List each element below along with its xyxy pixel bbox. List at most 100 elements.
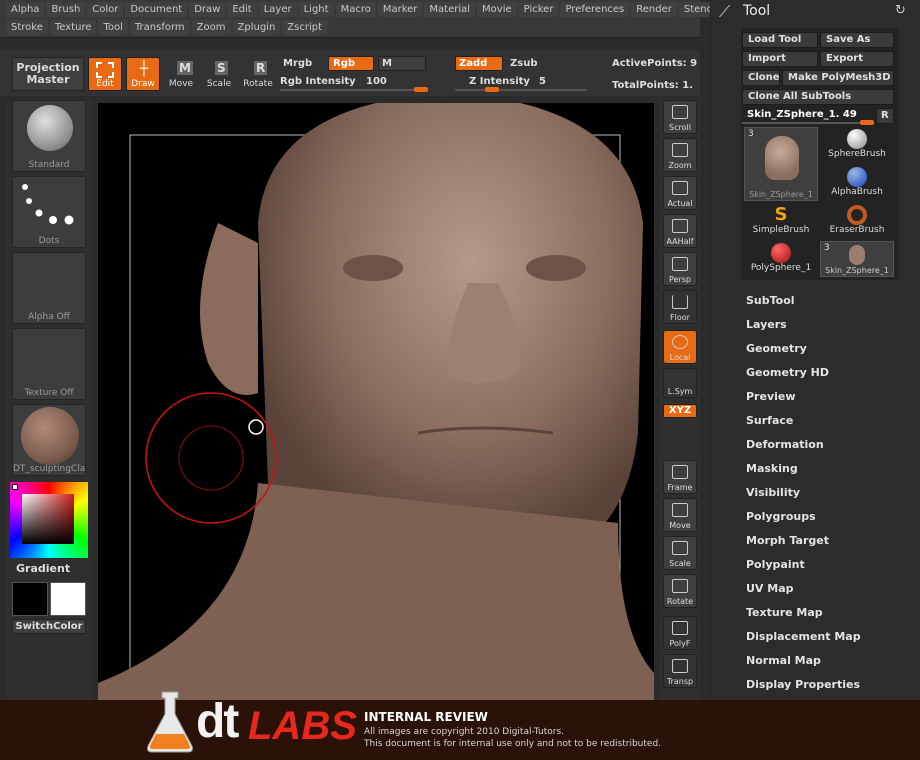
tool-sphere-brush[interactable]: SphereBrush: [820, 127, 894, 163]
gradient-label[interactable]: Gradient: [16, 562, 70, 575]
export-button[interactable]: Export: [820, 51, 894, 67]
zoom-button[interactable]: Zoom: [663, 138, 697, 172]
main-color-swatch[interactable]: [12, 582, 48, 616]
menu-masking[interactable]: Masking: [746, 462, 798, 475]
menu-geometry-hd[interactable]: Geometry HD: [746, 366, 829, 379]
menu-material[interactable]: Material: [424, 2, 476, 17]
menu-texture-map[interactable]: Texture Map: [746, 606, 823, 619]
move-button[interactable]: M Move: [164, 57, 198, 91]
menu-polygroups[interactable]: Polygroups: [746, 510, 816, 523]
tool-thumb-skin-zsphere[interactable]: 3 Skin_ZSphere_1: [744, 127, 818, 201]
zadd-button[interactable]: Zadd: [455, 56, 503, 71]
brush-selector[interactable]: Standard: [12, 100, 86, 172]
menu-deformation[interactable]: Deformation: [746, 438, 824, 451]
clone-button[interactable]: Clone: [742, 70, 780, 86]
import-button[interactable]: Import: [742, 51, 818, 67]
rotate-view-button[interactable]: Rotate: [663, 574, 697, 608]
menu-layers[interactable]: Layers: [746, 318, 787, 331]
rgb-button[interactable]: Rgb: [328, 56, 374, 71]
rgb-intensity-handle[interactable]: [414, 87, 428, 92]
alpha-selector[interactable]: Alpha Off: [12, 252, 86, 324]
menu-zscript[interactable]: Zscript: [282, 20, 327, 35]
local-button[interactable]: Local: [663, 330, 697, 364]
scroll-button[interactable]: Scroll: [663, 100, 697, 134]
m-button[interactable]: M: [378, 56, 426, 71]
tool-alpha-brush[interactable]: AlphaBrush: [820, 165, 894, 201]
menu-light[interactable]: Light: [298, 2, 334, 17]
polyf-button[interactable]: PolyF: [663, 616, 697, 650]
aahalf-button[interactable]: AAHalf: [663, 214, 697, 248]
menu-macro[interactable]: Macro: [335, 2, 376, 17]
switch-color-button[interactable]: SwitchColor: [12, 619, 86, 634]
menu-document[interactable]: Document: [125, 2, 188, 17]
menu-visibility[interactable]: Visibility: [746, 486, 800, 499]
menu-display-properties[interactable]: Display Properties: [746, 678, 860, 691]
floor-button[interactable]: Floor: [663, 290, 697, 324]
scale-button[interactable]: S Scale: [202, 57, 236, 91]
tool-skin-zsphere-2[interactable]: 3 Skin_ZSphere_1: [820, 241, 894, 277]
saturation-square[interactable]: [22, 494, 74, 544]
menu-surface[interactable]: Surface: [746, 414, 793, 427]
zsub-button[interactable]: Zsub: [506, 56, 554, 71]
menu-brush[interactable]: Brush: [46, 2, 86, 17]
load-tool-button[interactable]: Load Tool: [742, 32, 818, 48]
tool-simple-brush[interactable]: S SimpleBrush: [744, 203, 818, 239]
menu-zoom[interactable]: Zoom: [191, 20, 231, 35]
draw-button[interactable]: ┼ Draw: [126, 57, 160, 91]
r-button[interactable]: R: [876, 108, 894, 124]
menu-polypaint[interactable]: Polypaint: [746, 558, 805, 571]
menu-uv-map[interactable]: UV Map: [746, 582, 794, 595]
menu-zplugin[interactable]: Zplugin: [232, 20, 281, 35]
color-picker[interactable]: [10, 482, 88, 558]
menu-preferences[interactable]: Preferences: [560, 2, 630, 17]
clone-all-subtools-button[interactable]: Clone All SubTools: [742, 89, 894, 105]
color-marker[interactable]: [12, 484, 18, 490]
texture-selector[interactable]: Texture Off: [12, 328, 86, 400]
frame-button[interactable]: Frame: [663, 460, 697, 494]
projection-master-button[interactable]: Projection Master: [12, 57, 84, 91]
menu-tool[interactable]: Tool: [98, 20, 128, 35]
rotate-button[interactable]: R Rotate: [240, 57, 276, 91]
persp-button[interactable]: Persp: [663, 252, 697, 286]
menu-stroke[interactable]: Stroke: [6, 20, 48, 35]
xyz-button[interactable]: XYZ: [663, 404, 697, 418]
tool-eraser-brush[interactable]: EraserBrush: [820, 203, 894, 239]
menu-texture[interactable]: Texture: [49, 20, 97, 35]
actual-button[interactable]: Actual: [663, 176, 697, 210]
secondary-color-swatch[interactable]: [50, 582, 86, 616]
make-polymesh-button[interactable]: Make PolyMesh3D: [782, 70, 894, 86]
menu-preview[interactable]: Preview: [746, 390, 796, 403]
menu-picker[interactable]: Picker: [518, 2, 559, 17]
transp-button[interactable]: Transp: [663, 654, 697, 688]
menu-transform[interactable]: Transform: [129, 20, 190, 35]
z-intensity-slider[interactable]: Z Intensity 5: [455, 75, 587, 92]
menu-morph-target[interactable]: Morph Target: [746, 534, 829, 547]
canvas-viewport[interactable]: [98, 103, 654, 703]
current-tool-slider[interactable]: Skin_ZSphere_1. 49: [742, 108, 874, 125]
material-selector[interactable]: DT_sculptingClay: [12, 404, 86, 476]
mrgb-button[interactable]: Mrgb: [280, 56, 324, 71]
menu-geometry[interactable]: Geometry: [746, 342, 807, 355]
menu-edit[interactable]: Edit: [227, 2, 257, 17]
refresh-icon[interactable]: ↻: [895, 3, 906, 18]
edit-button[interactable]: Edit: [88, 57, 122, 91]
stroke-selector[interactable]: Dots: [12, 176, 86, 248]
move-view-button[interactable]: Move: [663, 498, 697, 532]
menu-render[interactable]: Render: [631, 2, 677, 17]
rgb-intensity-slider[interactable]: Rgb Intensity 100: [280, 75, 428, 92]
tool-polysphere[interactable]: PolySphere_1: [744, 241, 818, 277]
lsym-button[interactable]: L.Sym: [663, 368, 697, 398]
z-intensity-handle[interactable]: [485, 87, 499, 92]
menu-marker[interactable]: Marker: [377, 2, 423, 17]
menu-displacement-map[interactable]: Displacement Map: [746, 630, 861, 643]
menu-alpha[interactable]: Alpha: [6, 2, 45, 17]
menu-movie[interactable]: Movie: [477, 2, 517, 17]
menu-draw[interactable]: Draw: [189, 2, 226, 17]
tool-slider-handle[interactable]: [860, 120, 874, 125]
menu-normal-map[interactable]: Normal Map: [746, 654, 821, 667]
menu-color[interactable]: Color: [87, 2, 124, 17]
menu-subtool[interactable]: SubTool: [746, 294, 795, 307]
scale-view-button[interactable]: Scale: [663, 536, 697, 570]
menu-layer[interactable]: Layer: [258, 2, 297, 17]
save-as-button[interactable]: Save As: [820, 32, 894, 48]
